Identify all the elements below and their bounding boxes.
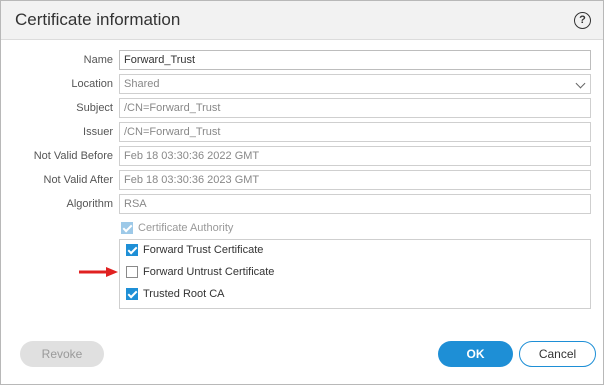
location-value: Shared bbox=[124, 78, 160, 90]
name-field[interactable]: Forward_Trust bbox=[119, 50, 591, 70]
issuer-label: Issuer bbox=[83, 126, 113, 138]
forward-trust-checkbox[interactable] bbox=[126, 244, 138, 256]
not-valid-before-field: Feb 18 03:30:36 2022 GMT bbox=[119, 146, 591, 166]
forward-untrust-checkbox[interactable] bbox=[126, 266, 138, 278]
not-valid-after-label: Not Valid After bbox=[43, 174, 114, 186]
certificate-authority-checkbox bbox=[121, 222, 133, 234]
forward-untrust-label: Forward Untrust Certificate bbox=[143, 266, 275, 278]
not-valid-before-label: Not Valid Before bbox=[33, 150, 113, 162]
issuer-field: /CN=Forward_Trust bbox=[119, 122, 591, 142]
trusted-root-ca-label: Trusted Root CA bbox=[143, 288, 225, 300]
not-valid-after-row: Not Valid After Feb 18 03:30:36 2023 GMT bbox=[1, 170, 605, 190]
algorithm-label: Algorithm bbox=[66, 198, 113, 210]
revoke-button[interactable]: Revoke bbox=[20, 341, 104, 367]
dialog-titlebar: Certificate information ? bbox=[1, 1, 603, 40]
name-row: Name Forward_Trust bbox=[1, 50, 605, 70]
subject-field: /CN=Forward_Trust bbox=[119, 98, 591, 118]
issuer-row: Issuer /CN=Forward_Trust bbox=[1, 122, 605, 142]
not-valid-before-row: Not Valid Before Feb 18 03:30:36 2022 GM… bbox=[1, 146, 605, 166]
subject-label: Subject bbox=[76, 102, 113, 114]
trusted-root-ca-checkbox[interactable] bbox=[126, 288, 138, 300]
location-select[interactable]: Shared bbox=[119, 74, 591, 94]
certificate-information-dialog: Certificate information ? Name Forward_T… bbox=[0, 0, 604, 385]
dialog-title: Certificate information bbox=[15, 10, 181, 29]
annotation-arrow-icon bbox=[79, 267, 118, 277]
algorithm-field: RSA bbox=[119, 194, 591, 214]
ok-button[interactable]: OK bbox=[438, 341, 513, 367]
forward-trust-label: Forward Trust Certificate bbox=[143, 244, 264, 256]
cancel-button[interactable]: Cancel bbox=[519, 341, 596, 367]
location-label: Location bbox=[71, 78, 113, 90]
name-label: Name bbox=[83, 54, 113, 66]
not-valid-after-field: Feb 18 03:30:36 2023 GMT bbox=[119, 170, 591, 190]
help-icon[interactable]: ? bbox=[574, 12, 591, 29]
chevron-down-icon bbox=[575, 78, 586, 89]
certificate-authority-label: Certificate Authority bbox=[138, 222, 234, 234]
subject-row: Subject /CN=Forward_Trust bbox=[1, 98, 605, 118]
location-row: Location Shared bbox=[1, 74, 605, 94]
algorithm-row: Algorithm RSA bbox=[1, 194, 605, 214]
